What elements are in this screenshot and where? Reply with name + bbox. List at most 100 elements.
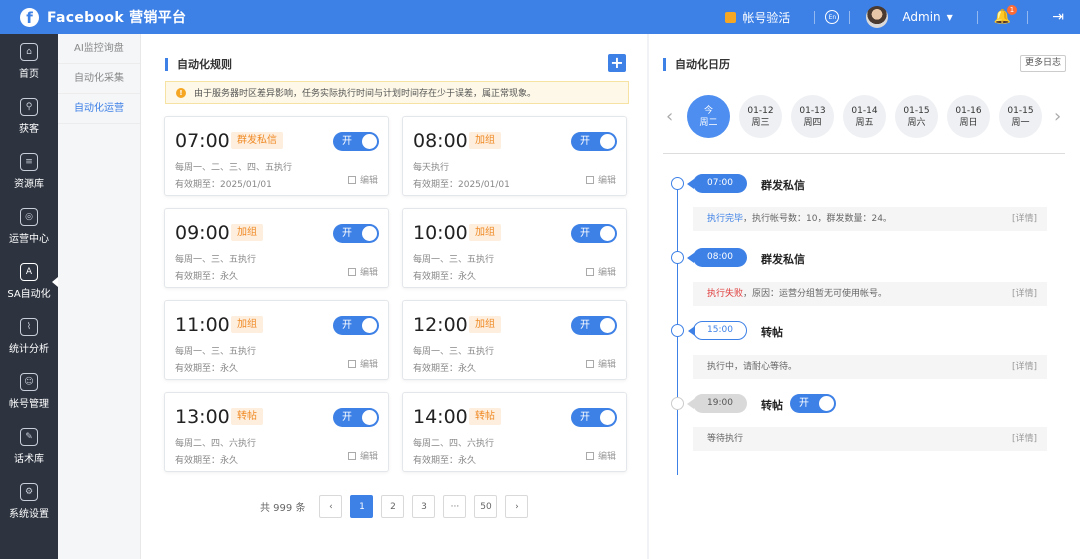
page-button[interactable]: 3 bbox=[412, 495, 436, 518]
top-bar: f Facebook 营销平台 帐号验活 En Admin ▼ 🔔 1 ⇥ bbox=[0, 0, 1080, 34]
brand[interactable]: f Facebook 营销平台 bbox=[0, 7, 186, 27]
subnav-ai-monitor[interactable]: AI监控询盘 bbox=[58, 34, 140, 64]
day-option[interactable]: 01-16 周日 bbox=[947, 95, 990, 138]
rule-card[interactable]: 12:00 加组 开每周一、三、五执行 有效期至：永久 编辑 bbox=[402, 300, 627, 380]
more-logs-button[interactable]: 更多日志 bbox=[1020, 55, 1067, 72]
day-date: 01-15 bbox=[903, 105, 930, 116]
toggle-label: 开 bbox=[580, 228, 590, 239]
chart-icon: ⌇ bbox=[20, 318, 38, 336]
page-button[interactable]: 1 bbox=[350, 495, 374, 518]
rule-enable-toggle[interactable]: 开 bbox=[333, 316, 379, 335]
detail-link[interactable]: [详情] bbox=[1012, 282, 1037, 306]
day-date: 01-12 bbox=[747, 105, 774, 116]
day-weekday: 周五 bbox=[855, 117, 874, 128]
rule-enable-toggle[interactable]: 开 bbox=[333, 132, 379, 151]
rule-enable-toggle[interactable]: 开 bbox=[571, 316, 617, 335]
rule-card[interactable]: 10:00 加组 开每周一、三、五执行 有效期至：永久 编辑 bbox=[402, 208, 627, 288]
rule-card[interactable]: 09:00 加组 开每周一、三、五执行 有效期至：永久 编辑 bbox=[164, 208, 389, 288]
sidebar-item-statistics[interactable]: ⌇ 统计分析 bbox=[0, 309, 58, 364]
toggle-knob bbox=[600, 318, 615, 333]
sidebar-item-automation[interactable]: A SA自动化 bbox=[0, 254, 58, 309]
toggle-label: 开 bbox=[799, 398, 809, 409]
chevron-down-icon[interactable]: ▼ bbox=[947, 13, 953, 22]
next-page-button[interactable]: › bbox=[505, 495, 529, 518]
edit-button[interactable]: 编辑 bbox=[347, 449, 378, 462]
rule-enable-toggle[interactable]: 开 bbox=[333, 408, 379, 427]
chevron-left-icon[interactable]: ‹ bbox=[666, 106, 673, 127]
timeline-task-toggle[interactable]: 开 bbox=[790, 394, 836, 413]
timeline-time-pill: 08:00 bbox=[687, 248, 747, 267]
facebook-logo-icon: f bbox=[20, 7, 39, 27]
sidebar-item-settings[interactable]: ⚙ 系统设置 bbox=[0, 474, 58, 529]
day-option[interactable]: 01-13 周四 bbox=[791, 95, 834, 138]
user-name[interactable]: Admin bbox=[902, 10, 940, 24]
toggle-knob bbox=[362, 318, 377, 333]
rule-enable-toggle[interactable]: 开 bbox=[571, 224, 617, 243]
prev-page-button[interactable]: ‹ bbox=[319, 495, 343, 518]
status-failed: 执行失败 bbox=[707, 289, 744, 299]
edit-button[interactable]: 编辑 bbox=[585, 357, 616, 370]
app-title: Facebook 营销平台 bbox=[47, 10, 187, 26]
rule-type-tag: 加组 bbox=[469, 132, 501, 149]
sidebar-item-acquire[interactable]: ⚲ 获客 bbox=[0, 89, 58, 144]
account-icon: ☺ bbox=[20, 373, 38, 391]
pagination: 共 999 条 ‹ 1 2 3 ··· 50 › bbox=[260, 495, 536, 518]
rule-schedule: 每天执行 bbox=[413, 163, 450, 173]
day-option[interactable]: 01-14 周五 bbox=[843, 95, 886, 138]
sidebar-item-accounts[interactable]: ☺ 帐号管理 bbox=[0, 364, 58, 419]
rule-card[interactable]: 08:00 加组 开每天执行 有效期至：2025/01/01 编辑 bbox=[402, 116, 627, 196]
rule-type-tag: 群发私信 bbox=[231, 132, 283, 149]
edit-button[interactable]: 编辑 bbox=[585, 173, 616, 186]
day-option[interactable]: 01-15 周一 bbox=[999, 95, 1042, 138]
sidebar-item-scripts[interactable]: ✎ 话术库 bbox=[0, 419, 58, 474]
subnav-auto-operation[interactable]: 自动化运营 bbox=[58, 94, 140, 124]
day-option[interactable]: 01-12 周三 bbox=[739, 95, 782, 138]
avatar[interactable] bbox=[866, 6, 889, 28]
rule-enable-toggle[interactable]: 开 bbox=[571, 132, 617, 151]
detail-link[interactable]: [详情] bbox=[1012, 355, 1037, 379]
sidebar-item-database[interactable]: ≡ 资源库 bbox=[0, 144, 58, 199]
detail-link[interactable]: [详情] bbox=[1012, 427, 1037, 451]
edit-button[interactable]: 编辑 bbox=[585, 265, 616, 278]
detail-link[interactable]: [详情] bbox=[1012, 207, 1037, 231]
edit-button[interactable]: 编辑 bbox=[347, 357, 378, 370]
sidebar-item-home[interactable]: ⌂ 首页 bbox=[0, 34, 58, 89]
edit-button[interactable]: 编辑 bbox=[347, 173, 378, 186]
edit-label: 编辑 bbox=[359, 452, 378, 462]
rules-title: 自动化规则 bbox=[177, 58, 232, 71]
sub-navigation: AI监控询盘 自动化采集 自动化运营 bbox=[58, 34, 141, 559]
toggle-label: 开 bbox=[342, 412, 352, 423]
rule-card[interactable]: 07:00 群发私信 开每周一、二、三、四、五执行 有效期至：2025/01/01 编辑 bbox=[164, 116, 389, 196]
timeline-dot bbox=[671, 324, 684, 337]
rule-time: 13:00 bbox=[175, 406, 230, 428]
rule-enable-toggle[interactable]: 开 bbox=[571, 408, 617, 427]
title-accent bbox=[663, 57, 666, 71]
toggle-label: 开 bbox=[580, 320, 590, 331]
warning-icon: ! bbox=[176, 87, 186, 98]
notification-bell-icon[interactable]: 🔔 1 bbox=[994, 5, 1018, 25]
chevron-right-icon[interactable]: › bbox=[1054, 106, 1061, 127]
verify-account-button[interactable]: 帐号验活 bbox=[725, 9, 790, 26]
day-weekday: 周一 bbox=[1011, 117, 1030, 128]
logout-icon[interactable]: ⇥ bbox=[1052, 9, 1064, 25]
page-ellipsis-button[interactable]: ··· bbox=[443, 495, 467, 518]
rule-card[interactable]: 13:00 转帖 开每周二、四、六执行 有效期至：永久 编辑 bbox=[164, 392, 389, 472]
day-option[interactable]: 01-15 周六 bbox=[895, 95, 938, 138]
page-button[interactable]: 2 bbox=[381, 495, 405, 518]
language-switch-icon[interactable]: En bbox=[825, 10, 840, 24]
rule-card[interactable]: 14:00 转帖 开每周二、四、六执行 有效期至：永久 编辑 bbox=[402, 392, 627, 472]
rule-enable-toggle[interactable]: 开 bbox=[333, 224, 379, 243]
day-today[interactable]: 今周二 bbox=[687, 95, 730, 138]
edit-button[interactable]: 编辑 bbox=[347, 265, 378, 278]
rule-type-tag: 加组 bbox=[231, 316, 263, 333]
page-button[interactable]: 50 bbox=[474, 495, 498, 518]
rule-time: 11:00 bbox=[175, 314, 230, 336]
rule-card[interactable]: 11:00 加组 开每周一、三、五执行 有效期至：永久 编辑 bbox=[164, 300, 389, 380]
rule-time: 07:00 bbox=[175, 130, 230, 152]
sidebar-item-operation[interactable]: ◎ 运营中心 bbox=[0, 199, 58, 254]
subnav-auto-collect[interactable]: 自动化采集 bbox=[58, 64, 140, 94]
edit-button[interactable]: 编辑 bbox=[585, 449, 616, 462]
edit-label: 编辑 bbox=[597, 268, 616, 278]
sidebar-item-label: 首页 bbox=[19, 69, 39, 80]
add-rule-button[interactable]: + bbox=[608, 54, 626, 72]
